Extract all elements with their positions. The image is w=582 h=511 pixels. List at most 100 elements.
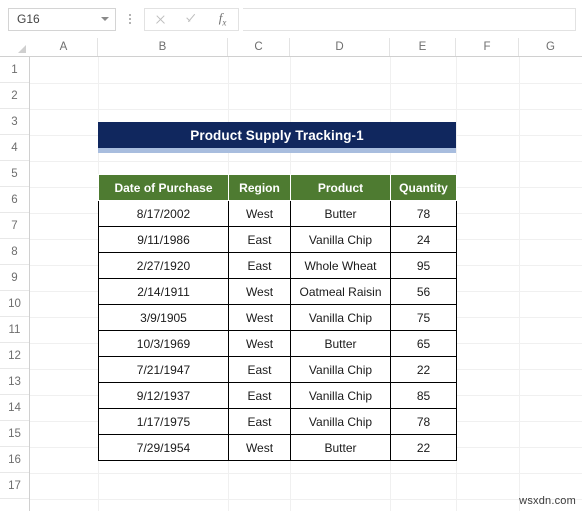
row-header-11[interactable]: 11: [0, 317, 29, 343]
column-header-C[interactable]: C: [228, 38, 290, 56]
cell-region[interactable]: West: [228, 434, 291, 461]
insert-function-button[interactable]: fx: [207, 9, 238, 30]
chevron-down-icon[interactable]: [99, 9, 111, 30]
check-icon: [186, 14, 198, 25]
cell-quantity[interactable]: 22: [390, 434, 457, 461]
name-box-value: G16: [17, 11, 40, 26]
row-header-10[interactable]: 10: [0, 291, 29, 317]
table-body: 8/17/2002 West Butter 78 9/11/1986 East Vanill…: [98, 200, 457, 461]
cell-region[interactable]: West: [228, 304, 291, 331]
watermark: wsxdn.com: [519, 495, 576, 507]
row-header-8[interactable]: 8: [0, 239, 29, 265]
table-header-row: Date of Purchase Region Product Quantity: [98, 174, 457, 201]
cell-quantity[interactable]: 85: [390, 382, 457, 409]
cell-date[interactable]: 1/17/1975: [98, 408, 229, 435]
cell-region[interactable]: East: [228, 252, 291, 279]
row-header-16[interactable]: 16: [0, 447, 29, 473]
cell-region[interactable]: East: [228, 356, 291, 383]
row-header-4[interactable]: 4: [0, 135, 29, 161]
cell-product[interactable]: Vanilla Chip: [290, 356, 391, 383]
column-header-date-of-purchase[interactable]: Date of Purchase: [98, 174, 229, 201]
cell-quantity[interactable]: 75: [390, 304, 457, 331]
cell-product[interactable]: Butter: [290, 330, 391, 357]
column-header-product[interactable]: Product: [290, 174, 391, 201]
column-header-G[interactable]: G: [519, 38, 582, 56]
row-header-13[interactable]: 13: [0, 369, 29, 395]
cell-region[interactable]: West: [228, 330, 291, 357]
report-title-banner: Product Supply Tracking-1: [98, 122, 456, 148]
cell-region[interactable]: East: [228, 408, 291, 435]
column-header-B[interactable]: B: [98, 38, 228, 56]
cell-date[interactable]: 8/17/2002: [98, 200, 229, 227]
cell-date[interactable]: 3/9/1905: [98, 304, 229, 331]
row-header-1[interactable]: 1: [0, 57, 29, 83]
product-supply-table: Date of Purchase Region Product Quantity…: [98, 174, 457, 461]
formula-input[interactable]: [243, 7, 576, 31]
cell-region[interactable]: West: [228, 278, 291, 305]
table-row: 7/21/1947 East Vanilla Chip 22: [98, 356, 457, 383]
formula-bar: G16 fx: [0, 0, 582, 38]
table-row: 9/12/1937 East Vanilla Chip 85: [98, 382, 457, 409]
table-row: 8/17/2002 West Butter 78: [98, 200, 457, 227]
cell-date[interactable]: 7/29/1954: [98, 434, 229, 461]
cell-date[interactable]: 9/12/1937: [98, 382, 229, 409]
row-header-12[interactable]: 12: [0, 343, 29, 369]
row-header-2[interactable]: 2: [0, 83, 29, 109]
select-all-icon: [18, 45, 26, 53]
cell-product[interactable]: Vanilla Chip: [290, 408, 391, 435]
row-header-17[interactable]: 17: [0, 473, 29, 499]
table-row: 2/27/1920 East Whole Wheat 95: [98, 252, 457, 279]
select-all-corner[interactable]: [0, 38, 30, 56]
cell-product[interactable]: Vanilla Chip: [290, 304, 391, 331]
row-header-column: 1 2 3 4 5 6 7 8 9 10 11 12 13 14 15 16 17: [0, 57, 30, 511]
table-row: 10/3/1969 West Butter 65: [98, 330, 457, 357]
cell-quantity[interactable]: 24: [390, 226, 457, 253]
column-header-D[interactable]: D: [290, 38, 390, 56]
name-box[interactable]: G16: [8, 7, 116, 31]
enter-formula-button[interactable]: [176, 9, 207, 30]
column-header-F[interactable]: F: [456, 38, 519, 56]
row-header-3[interactable]: 3: [0, 109, 29, 135]
row-header-15[interactable]: 15: [0, 421, 29, 447]
row-header-9[interactable]: 9: [0, 265, 29, 291]
cell-date[interactable]: 2/27/1920: [98, 252, 229, 279]
column-header-region[interactable]: Region: [228, 174, 291, 201]
row-header-5[interactable]: 5: [0, 161, 29, 187]
table-row: 7/29/1954 West Butter 22: [98, 434, 457, 461]
cell-product[interactable]: Vanilla Chip: [290, 226, 391, 253]
cell-region[interactable]: East: [228, 382, 291, 409]
table-row: 9/11/1986 East Vanilla Chip 24: [98, 226, 457, 253]
row-header-7[interactable]: 7: [0, 213, 29, 239]
row-header-14[interactable]: 14: [0, 395, 29, 421]
cell-product[interactable]: Butter: [290, 434, 391, 461]
cancel-formula-button[interactable]: [145, 9, 176, 30]
cell-date[interactable]: 9/11/1986: [98, 226, 229, 253]
cell-quantity[interactable]: 78: [390, 408, 457, 435]
cell-quantity[interactable]: 22: [390, 356, 457, 383]
cell-product[interactable]: Whole Wheat: [290, 252, 391, 279]
cell-product[interactable]: Vanilla Chip: [290, 382, 391, 409]
cell-date[interactable]: 7/21/1947: [98, 356, 229, 383]
table-row: 1/17/1975 East Vanilla Chip 78: [98, 408, 457, 435]
cell-quantity[interactable]: 56: [390, 278, 457, 305]
column-header-row: A B C D E F G: [0, 38, 582, 57]
cell-quantity[interactable]: 65: [390, 330, 457, 357]
more-options-icon[interactable]: [122, 8, 138, 31]
cell-date[interactable]: 10/3/1969: [98, 330, 229, 357]
close-icon: [155, 14, 166, 25]
spreadsheet-grid: A B C D E F G 1 2 3 4 5 6 7 8 9 10 11 12 13 14 15 16 17 …: [0, 38, 582, 511]
cell-product[interactable]: Butter: [290, 200, 391, 227]
column-header-quantity[interactable]: Quantity: [390, 174, 457, 201]
cell-region[interactable]: East: [228, 226, 291, 253]
formula-actions: fx: [144, 7, 239, 31]
cell-region[interactable]: West: [228, 200, 291, 227]
cell-product[interactable]: Oatmeal Raisin: [290, 278, 391, 305]
table-row: 2/14/1911 West Oatmeal Raisin 56: [98, 278, 457, 305]
column-header-E[interactable]: E: [390, 38, 456, 56]
column-header-A[interactable]: A: [30, 38, 98, 56]
cell-quantity[interactable]: 78: [390, 200, 457, 227]
cell-quantity[interactable]: 95: [390, 252, 457, 279]
cell-date[interactable]: 2/14/1911: [98, 278, 229, 305]
table-row: 3/9/1905 West Vanilla Chip 75: [98, 304, 457, 331]
row-header-6[interactable]: 6: [0, 187, 29, 213]
